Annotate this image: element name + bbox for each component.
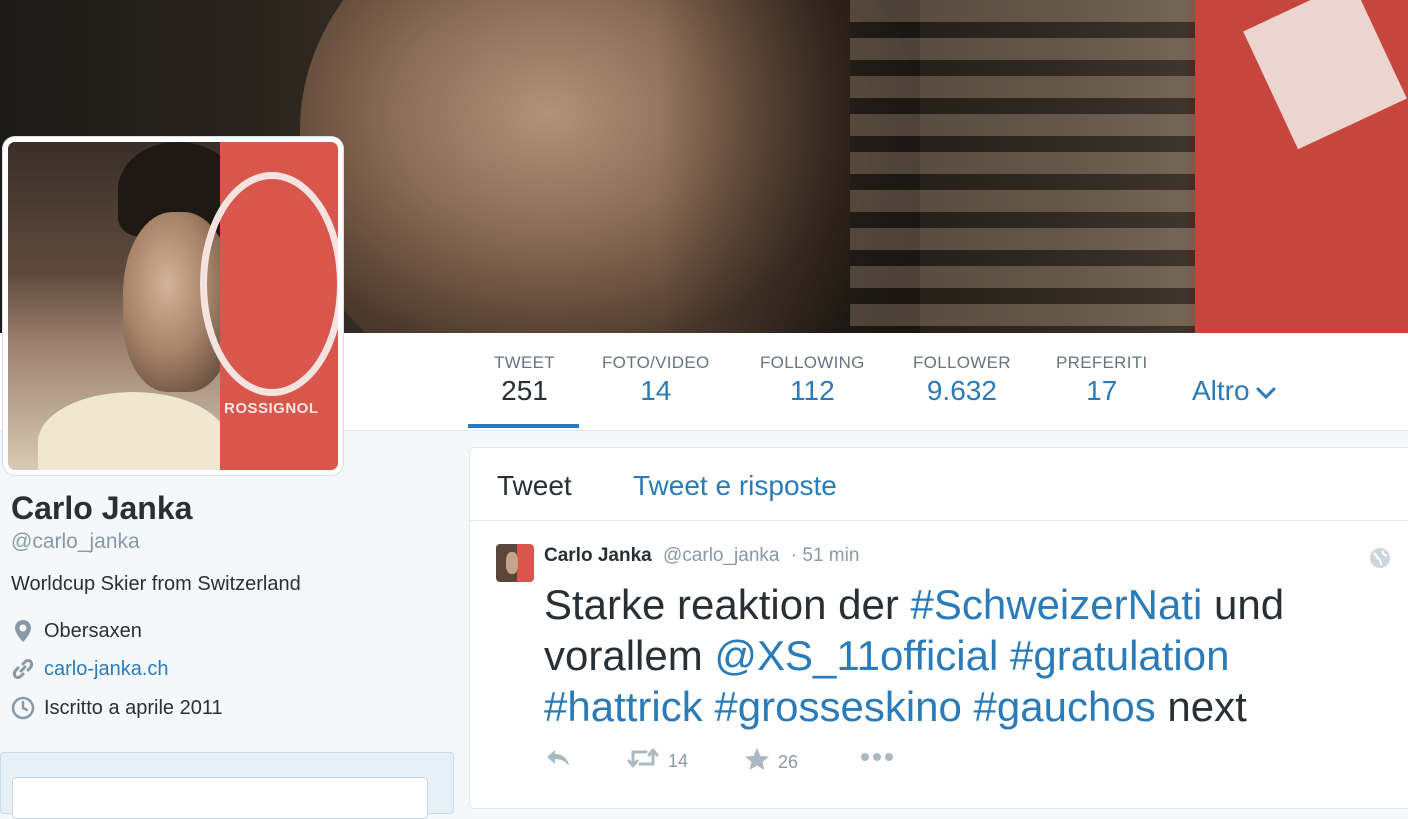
tweet-avatar[interactable] [496,544,534,582]
banner-flag [1195,0,1408,333]
stat-label: FOTO/VIDEO [602,353,710,372]
more-label: Altro [1192,375,1250,406]
stat-following[interactable]: FOLLOWING 112 [760,353,865,407]
tab-tweets[interactable]: Tweet [497,470,572,502]
more-dots-icon [860,747,894,769]
stat-photos-videos[interactable]: FOTO/VIDEO 14 [602,353,710,407]
timeline: Tweet Tweet e risposte Carlo Janka @carl… [469,447,1408,809]
reply-button[interactable] [544,747,572,775]
link-icon [11,657,35,681]
profile-website-row: carlo-janka.ch [11,657,169,681]
profile-handle[interactable]: @carlo_janka [11,530,140,554]
stat-value: 14 [640,375,672,406]
profile-joined-row: Iscritto a aprile 2011 [11,696,223,720]
star-icon [744,747,770,777]
profile-bio: Worldcup Skier from Switzerland [11,573,301,595]
tweet-header: Carlo Janka @carlo_janka · 51 min [544,545,859,567]
banner-blinds [850,0,1200,333]
profile-location: Obersaxen [44,619,142,642]
map-pin-icon [11,619,35,643]
tweet-text-segment [703,683,715,730]
avatar-logo-text: ROSSIGNOL [224,400,319,417]
tweet-hashtag-link[interactable]: @XS_11official [714,632,998,679]
favorite-button[interactable]: 26 [744,747,798,777]
stat-followers[interactable]: FOLLOWER 9.632 [913,353,1011,407]
tweet-text-segment [998,632,1010,679]
stat-tweets[interactable]: TWEET 251 [468,353,579,428]
stat-value: 251 [501,375,548,406]
more-actions-button[interactable] [860,747,894,769]
stat-favorites[interactable]: PREFERITI 17 [1056,353,1148,407]
profile-joined: Iscritto a aprile 2011 [44,696,223,719]
profile-avatar[interactable]: ROSSIGNOL [3,137,343,475]
tweet-item[interactable]: Carlo Janka @carlo_janka · 51 min Starke… [470,521,1408,811]
tweet-author[interactable]: Carlo Janka [544,545,652,566]
chevron-down-icon [1256,383,1276,406]
tweet-text: Starke reaktion der #SchweizerNati und v… [544,579,1364,732]
stat-label: FOLLOWER [913,353,1011,372]
avatar-logo-ring [200,172,338,396]
avatar-photo-left [8,142,238,470]
stat-value: 112 [790,375,835,406]
tweet-handle[interactable]: @carlo_janka [663,545,779,566]
profile-name[interactable]: Carlo Janka [11,490,192,527]
reply-icon [544,747,572,775]
tweet-hashtag-link[interactable]: #hattrick [544,683,703,730]
stat-value: 17 [1086,375,1118,406]
stat-label: TWEET [494,353,555,372]
globe-icon[interactable] [1368,546,1392,570]
stat-value: 9.632 [926,375,997,406]
tweet-hashtag-link[interactable]: #grosseskino [714,683,961,730]
tweet-hashtag-link[interactable]: #SchweizerNati [911,581,1203,628]
favorite-count: 26 [778,751,799,772]
avatar-shirt [38,392,228,470]
profile-location-row: Obersaxen [11,619,142,643]
retweet-button[interactable]: 14 [626,747,688,775]
retweet-icon [626,747,660,775]
clock-icon [11,696,35,720]
sidebar-input[interactable] [12,777,428,819]
tweet-hashtag-link[interactable]: #gratulation [1010,632,1230,679]
tweet-time[interactable]: · 51 min [791,545,860,566]
stat-label: PREFERITI [1056,353,1148,372]
tweet-text-segment: next [1155,683,1247,730]
tweet-text-segment: Starke reaktion der [544,581,911,628]
tweet-actions: 14 26 [544,747,944,777]
tweet-hashtag-link[interactable]: #gauchos [974,683,1156,730]
tab-tweets-replies[interactable]: Tweet e risposte [633,470,837,502]
sidebar-module [0,752,454,819]
retweet-count: 14 [668,750,689,771]
more-menu-button[interactable]: Altro [1192,375,1276,407]
stat-label: FOLLOWING [760,353,865,372]
tweet-text-segment [962,683,974,730]
avatar-ski-logo: ROSSIGNOL [200,142,338,470]
profile-website-link[interactable]: carlo-janka.ch [44,658,169,681]
timeline-tabs: Tweet Tweet e risposte [470,448,1408,521]
banner-flag-cross [1243,0,1407,150]
